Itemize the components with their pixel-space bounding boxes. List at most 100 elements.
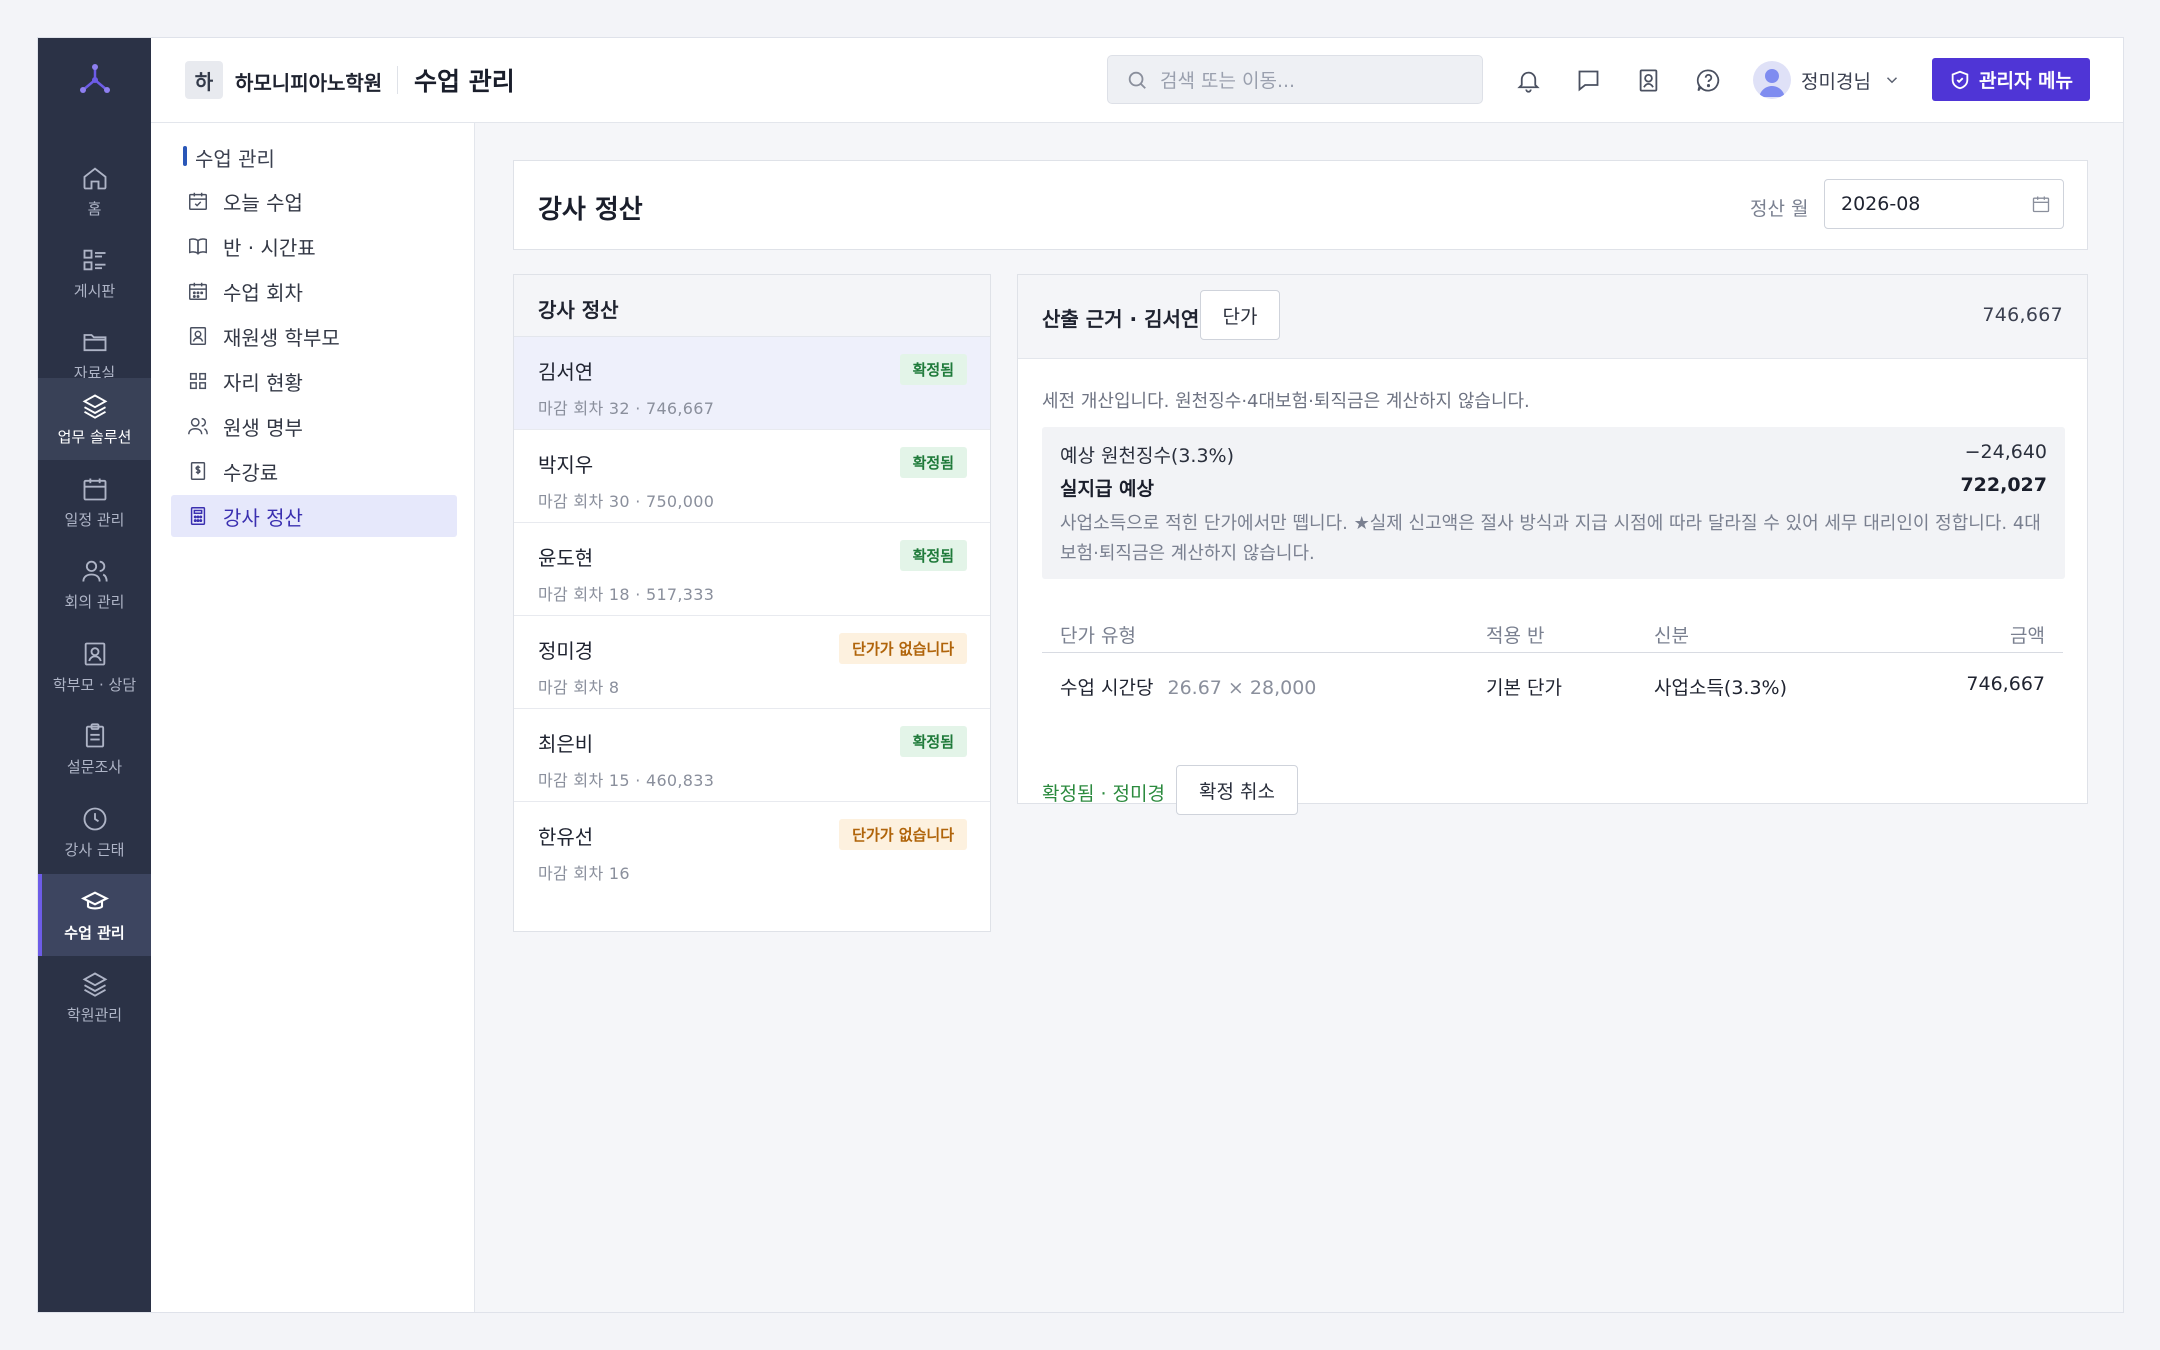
submenu-item-seats[interactable]: 자리 현황 (171, 360, 457, 402)
withholding-label: 예상 원천징수(3.3%) (1060, 445, 1235, 467)
net-pay-value: 722,027 (1960, 474, 2047, 496)
net-pay-label: 실지급 예상 (1060, 478, 1155, 500)
detail-total: 746,667 (1982, 304, 2063, 326)
calendar-icon (2032, 196, 2050, 213)
org-name[interactable]: 하모니피아노학원 (235, 67, 382, 96)
col-header-status: 신분 (1654, 625, 1689, 647)
submenu-item-sessions[interactable]: 수업 회차 (171, 270, 457, 312)
submenu-item-teacher-settlement[interactable]: 강사 정산 (171, 495, 457, 537)
rail-item-home[interactable]: 홈 (38, 150, 151, 232)
submenu-label: 오늘 수업 (223, 190, 303, 215)
rail-label: 업무 솔루션 (57, 427, 132, 446)
submenu-heading: 수업 관리 (183, 143, 275, 172)
submenu-item-roster[interactable]: 원생 명부 (171, 405, 457, 447)
teacher-row[interactable]: 박지우 마감 회차 30 · 750,000 확정됨 (514, 430, 990, 523)
submenu-item-today-class[interactable]: 오늘 수업 (171, 180, 457, 222)
rate-formula: 26.67 × 28,000 (1167, 677, 1317, 699)
contacts-button[interactable] (1632, 64, 1664, 96)
topbar: 하 하모니피아노학원 수업 관리 검색 또는 이동... 정미경님 관리자 메뉴 (151, 38, 2123, 123)
status-badge: 확정됨 (899, 726, 967, 757)
col-header-type: 단가 유형 (1060, 625, 1136, 647)
search-icon (1128, 71, 1146, 89)
confirmed-label: 확정됨 · 정미경 (1042, 783, 1165, 805)
rail-item-schedule[interactable]: 일정 관리 (38, 461, 151, 543)
clock-icon (83, 807, 106, 830)
rail-item-parents[interactable]: 학부모 · 상담 (38, 626, 151, 708)
teacher-meta: 마감 회차 15 · 460,833 (538, 771, 715, 790)
month-value: 2026-08 (1841, 193, 1921, 215)
pretax-note: 세전 개산입니다. 원천징수·4대보험·퇴직금은 계산하지 않습니다. (1042, 391, 1530, 412)
teacher-meta: 마감 회차 8 (538, 678, 620, 697)
submenu-label: 수강료 (223, 460, 279, 485)
teacher-row[interactable]: 정미경 마감 회차 8 단가가 없습니다 (514, 616, 990, 709)
help-icon (1696, 68, 1719, 91)
rail-label: 설문조사 (66, 757, 123, 776)
detail-header: 산출 근거 · 김서연 단가 746,667 (1018, 275, 2087, 359)
chevron-down-icon (1886, 77, 1897, 84)
rail-label: 학원관리 (66, 1005, 123, 1024)
submenu-item-classes[interactable]: 반 · 시간표 (171, 225, 457, 267)
chat-icon (1578, 70, 1598, 91)
home-icon (83, 166, 106, 189)
org-avatar[interactable]: 하 (185, 61, 223, 99)
withholding-row: 예상 원천징수(3.3%) −24,640 (1060, 441, 2047, 468)
calendar-icon (83, 478, 106, 500)
teacher-meta: 마감 회차 32 · 746,667 (538, 399, 715, 418)
teacher-row[interactable]: 최은비 마감 회차 15 · 460,833 확정됨 (514, 709, 990, 802)
rail-label: 수업 관리 (64, 923, 125, 942)
rail-item-board[interactable]: 게시판 (38, 232, 151, 314)
contact-icon (84, 642, 105, 665)
rail-label: 학부모 · 상담 (52, 675, 137, 694)
submenu-label: 반 · 시간표 (223, 235, 316, 260)
notifications-button[interactable] (1512, 64, 1544, 96)
teacher-meta: 마감 회차 18 · 517,333 (538, 585, 715, 604)
submenu-label: 재원생 학부모 (223, 325, 340, 350)
settlement-header: 강사 정산 정산 월 2026-08 (513, 160, 2088, 250)
rate-type: 수업 시간당 (1060, 677, 1154, 699)
rail-label: 게시판 (73, 281, 116, 300)
admin-menu-button[interactable]: 관리자 메뉴 (1932, 58, 2090, 101)
calculator-icon (190, 507, 206, 525)
submenu-label: 원생 명부 (223, 415, 303, 440)
calculation-detail: 산출 근거 · 김서연 단가 746,667 세전 개산입니다. 원천징수·4대… (1017, 274, 2088, 815)
avatar (1753, 61, 1791, 99)
rail-label: 강사 근태 (64, 840, 125, 859)
status-badge: 확정됨 (899, 540, 967, 571)
rail-item-meetings[interactable]: 회의 관리 (38, 543, 151, 625)
submenu-label: 수업 회차 (223, 280, 303, 305)
rail-item-class-management[interactable]: 수업 관리 (38, 874, 151, 956)
messages-button[interactable] (1572, 64, 1604, 96)
teacher-meta: 마감 회차 30 · 750,000 (538, 492, 715, 511)
rail-label: 홈 (87, 199, 102, 218)
rail-item-academy[interactable]: 학원관리 (38, 956, 151, 1038)
cell-class: 기본 단가 (1486, 677, 1562, 699)
app-frame: 홈 게시판 자료실 업무 솔루션 일정 관리 회의 관리 학부모 · 상담 설문… (37, 37, 2124, 1313)
month-picker[interactable]: 2026-08 (1824, 179, 2064, 229)
unit-price-button[interactable]: 단가 (1200, 290, 1280, 340)
user-menu[interactable]: 정미경님 (1753, 58, 1901, 102)
shield-icon (1951, 70, 1969, 89)
summary-box: 예상 원천징수(3.3%) −24,640 실지급 예상 722,027 사업소… (1042, 427, 2065, 579)
search-input[interactable]: 검색 또는 이동... (1107, 55, 1483, 104)
calendar-grid-icon (189, 282, 207, 300)
cancel-confirmation-button[interactable]: 확정 취소 (1176, 765, 1298, 815)
app-logo-icon[interactable] (38, 56, 151, 104)
teacher-row[interactable]: 한유선 마감 회차 16 단가가 없습니다 (514, 802, 990, 895)
graduation-cap-icon (80, 890, 109, 909)
page-title: 수업 관리 (414, 67, 515, 96)
status-badge: 확정됨 (899, 447, 967, 478)
rail-item-survey[interactable]: 설문조사 (38, 708, 151, 790)
submenu-item-parents[interactable]: 재원생 학부모 (171, 315, 457, 357)
submenu-item-tuition[interactable]: 수강료 (171, 450, 457, 492)
rail-item-solutions[interactable]: 업무 솔루션 (38, 378, 151, 460)
teacher-row[interactable]: 김서연 마감 회차 32 · 746,667 확정됨 (514, 337, 990, 430)
teacher-list: 강사 정산 김서연 마감 회차 32 · 746,667 확정됨 박지우 마감 … (513, 274, 991, 932)
rail-item-attendance[interactable]: 강사 근태 (38, 791, 151, 873)
layers-icon (82, 393, 107, 419)
submenu-label: 자리 현황 (223, 370, 303, 395)
help-button[interactable] (1692, 64, 1724, 96)
cell-status: 사업소득(3.3%) (1654, 677, 1788, 699)
teacher-row[interactable]: 윤도현 마감 회차 18 · 517,333 확정됨 (514, 523, 990, 616)
grid-icon (189, 372, 207, 390)
status-badge: 단가가 없습니다 (839, 633, 967, 664)
